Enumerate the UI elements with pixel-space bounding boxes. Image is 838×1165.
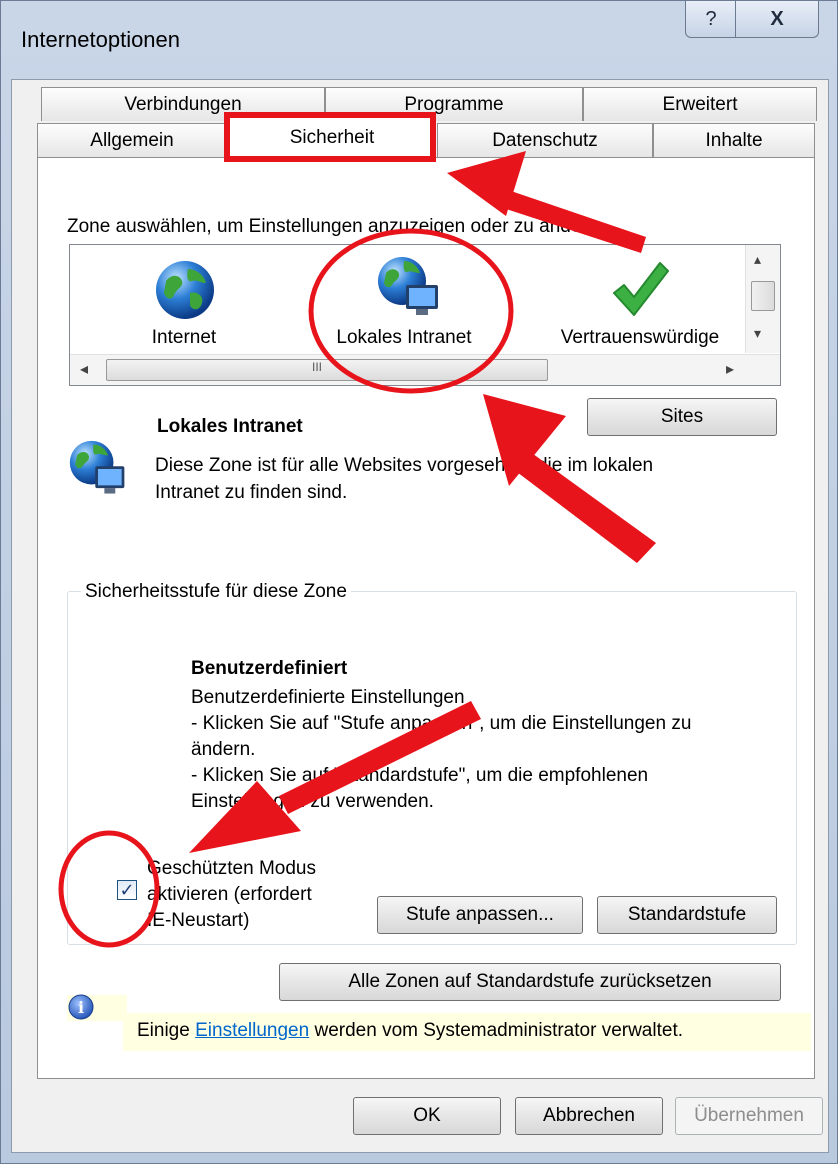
info-icon-glyph: i [78, 998, 84, 1017]
tab-erweitert[interactable]: Erweitert [583, 87, 817, 121]
zone-prompt: Zone auswählen, um Einstellungen anzuzei… [67, 216, 604, 237]
security-level-line: - Klicken Sie auf "Stufe anpassen", um d… [191, 713, 692, 734]
zone-info-intranet-icon [69, 440, 125, 494]
cancel-button[interactable]: Abbrechen [515, 1097, 663, 1135]
ok-button[interactable]: OK [353, 1097, 501, 1135]
zone-title: Lokales Intranet [157, 416, 303, 437]
window-title: Internetoptionen [21, 27, 181, 52]
zone-vertical-scrollbar[interactable]: ▴ ▾ [745, 245, 780, 353]
green-checkmark-icon [613, 262, 669, 316]
security-level-line: Einstellungen zu verwenden. [191, 791, 434, 812]
zone-item-internet[interactable]: Internet [84, 245, 284, 355]
scroll-grip-icon: III [312, 360, 323, 374]
tab-sicherheit[interactable]: Sicherheit [229, 117, 435, 157]
zone-item-vertrauenswuerdige[interactable]: Vertrauenswürdige [540, 245, 740, 355]
default-level-button[interactable]: Standardstufe [597, 896, 777, 934]
admin-notice: Einige Einstellungen werden vom Systemad… [137, 1019, 683, 1043]
zone-label: Vertrauenswürdige [560, 327, 720, 348]
scroll-left-icon[interactable]: ◂ [80, 359, 88, 379]
protected-mode-label[interactable]: aktivieren (erfordert [147, 883, 312, 907]
zone-description-line1: Diese Zone ist für alle Websites vorgese… [155, 455, 654, 476]
tab-allgemein[interactable]: Allgemein [37, 123, 227, 157]
vertical-scroll-thumb[interactable] [751, 281, 775, 311]
title-bar[interactable]: Internetoptionen ? X [1, 1, 838, 81]
help-button[interactable]: ? [685, 1, 737, 38]
security-level-line: ändern. [191, 739, 256, 760]
zone-item-lokales-intranet[interactable]: Lokales Intranet [304, 245, 504, 355]
tab-datenschutz[interactable]: Datenschutz [437, 123, 653, 157]
zone-list[interactable]: Internet Lokales Intranet Vertrauenswürd… [69, 244, 781, 386]
security-level-line: Benutzerdefinierte Einstellungen [191, 687, 465, 708]
zone-label: Internet [151, 327, 217, 348]
reset-all-zones-button[interactable]: Alle Zonen auf Standardstufe zurücksetze… [279, 963, 781, 1001]
info-icon: i [68, 994, 94, 1020]
protected-mode-checkbox[interactable]: ✓ [117, 880, 137, 900]
protected-mode-label[interactable]: Geschützten Modus [147, 857, 316, 881]
protected-mode-label[interactable]: IE-Neustart) [147, 909, 249, 933]
close-button[interactable]: X [735, 1, 819, 38]
zone-horizontal-scrollbar[interactable]: ◂ III ▸ [70, 354, 780, 385]
scroll-right-icon[interactable]: ▸ [726, 359, 734, 379]
scroll-down-icon[interactable]: ▾ [754, 325, 761, 342]
globe-icon [156, 261, 214, 319]
scroll-up-icon[interactable]: ▴ [754, 251, 761, 268]
internet-options-window: Internetoptionen ? X Verbindungen Progra… [0, 0, 838, 1164]
zone-label: Lokales Intranet [336, 327, 472, 348]
security-level-group-label: Sicherheitsstufe für diese Zone [81, 581, 351, 603]
settings-link[interactable]: Einstellungen [195, 1020, 309, 1041]
admin-notice-suffix: werden vom Systemadministrator verwaltet… [309, 1020, 683, 1041]
security-level-title: Benutzerdefiniert [191, 658, 348, 679]
security-level-line: - Klicken Sie auf "Standardstufe", um di… [191, 765, 649, 786]
zone-description-line2: Intranet zu finden sind. [155, 482, 348, 503]
tab-verbindungen[interactable]: Verbindungen [41, 87, 325, 121]
tab-programme[interactable]: Programme [325, 87, 583, 121]
apply-button[interactable]: Übernehmen [675, 1097, 823, 1135]
customize-level-button[interactable]: Stufe anpassen... [377, 896, 583, 934]
sites-button[interactable]: Sites [587, 398, 777, 436]
tab-inhalte[interactable]: Inhalte [653, 123, 815, 157]
horizontal-scroll-thumb[interactable]: III [106, 359, 548, 381]
admin-notice-prefix: Einige [137, 1020, 196, 1041]
intranet-globe-monitor-icon [378, 257, 438, 315]
